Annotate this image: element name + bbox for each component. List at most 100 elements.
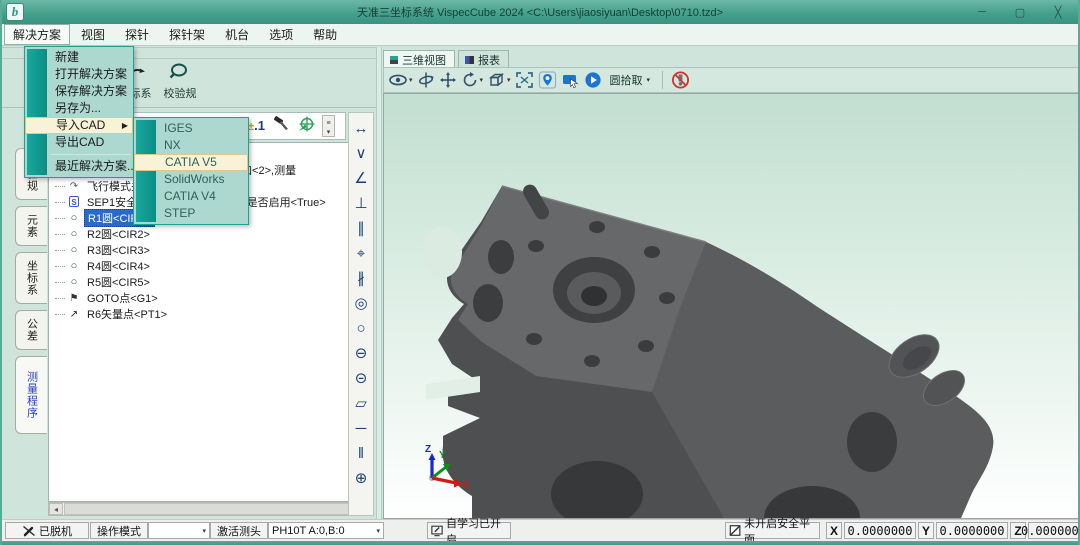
submenu-item-label: IGES: [164, 121, 193, 135]
menu-probe-rack[interactable]: 探针架: [160, 24, 214, 45]
menu-item-import-cad[interactable]: 导入CAD ▶: [25, 117, 133, 134]
tab-measure-program[interactable]: 测量程序: [15, 356, 47, 434]
symmetry-icon[interactable]: ‖: [349, 442, 373, 467]
menu-help[interactable]: 帮助: [304, 24, 346, 45]
toolbar-overflow-button[interactable]: ≡▾: [322, 115, 335, 137]
circle-icon: ○: [67, 260, 81, 272]
tree-row[interactable]: ○R5圆<CIR5>: [49, 274, 369, 290]
menu-solution[interactable]: 解决方案: [4, 24, 70, 45]
close-button[interactable]: ╳: [1048, 6, 1068, 19]
angle-icon[interactable]: ∨: [349, 142, 373, 167]
run-button[interactable]: [584, 71, 602, 89]
submenu-item-label: SolidWorks: [164, 172, 224, 186]
distance-icon[interactable]: ↔: [349, 117, 373, 142]
probe-disabled-button[interactable]: [671, 71, 690, 89]
tab-report[interactable]: 报表: [458, 50, 509, 67]
tab-coordsys[interactable]: 坐标系: [15, 252, 47, 304]
coord-x-value: 0.0000000: [844, 522, 916, 539]
axis-z-label: Z: [425, 444, 431, 455]
visibility-button[interactable]: ▾: [388, 71, 413, 89]
gauge-check-button[interactable]: 校验规: [158, 61, 202, 105]
point-position-icon[interactable]: ⊕: [349, 467, 373, 492]
submenu-item-iges[interactable]: IGES: [134, 120, 248, 137]
menu-separator: [51, 154, 131, 155]
menu-item-save[interactable]: 保存解决方案: [25, 83, 133, 100]
menu-item-save-as[interactable]: 另存为...: [25, 100, 133, 117]
tree-row[interactable]: ⚑GOTO点<G1>: [49, 290, 369, 306]
menu-item-label: 打开解决方案: [55, 67, 127, 81]
probe-label: 激活测头: [210, 522, 268, 539]
safety-plane-icon: S: [67, 196, 81, 208]
menu-view[interactable]: 视图: [72, 24, 114, 45]
menu-options[interactable]: 选项: [260, 24, 302, 45]
hammer-icon[interactable]: [272, 115, 290, 138]
circle-pick-label: 圆拾取: [610, 72, 643, 88]
coord-y-value: 0.0000000: [936, 522, 1008, 539]
tab-measure-program-label: 测量程序: [24, 371, 40, 419]
tab-elements-label: 元素: [24, 214, 40, 238]
tab-elements[interactable]: 元素: [15, 206, 47, 246]
flatness-icon[interactable]: ▱: [349, 392, 373, 417]
titlebar: b 天准三坐标系统 VispecCube 2024 <C:\Users\jiao…: [2, 0, 1078, 24]
op-mode-text: 操作模式: [97, 523, 141, 539]
submenu-item-nx[interactable]: NX: [134, 137, 248, 154]
submenu-item-catia-v5[interactable]: CATIA V5: [134, 154, 248, 171]
rotate-view-button[interactable]: ▾: [461, 71, 484, 89]
tree-horizontal-scrollbar[interactable]: ◂ ▸: [48, 502, 370, 516]
menu-item-recent[interactable]: 最近解决方案...: [25, 158, 133, 175]
perpendicularity-icon[interactable]: ⊥: [349, 192, 373, 217]
runout-icon[interactable]: ⊝: [349, 367, 373, 392]
menu-item-label: 保存解决方案: [55, 84, 127, 98]
menu-item-open[interactable]: 打开解决方案: [25, 66, 133, 83]
circularity-icon[interactable]: ⊖: [349, 342, 373, 367]
pan-button[interactable]: [439, 71, 457, 89]
toolbar-separator: [662, 71, 663, 89]
circle-pick-dropdown[interactable]: 圆拾取 ▾: [606, 71, 655, 89]
angle-point-icon[interactable]: ∠: [349, 167, 373, 192]
locate-button[interactable]: [538, 71, 557, 89]
menu-probe[interactable]: 探针: [116, 24, 158, 45]
tree-row[interactable]: ○R4圆<CIR4>: [49, 258, 369, 274]
submenu-item-solidworks[interactable]: SolidWorks: [134, 171, 248, 188]
submenu-item-catia-v4[interactable]: CATIA V4: [134, 188, 248, 205]
precision-value: .1: [254, 118, 265, 133]
circle-measure-icon[interactable]: ○: [349, 317, 373, 342]
scroll-left-arrow[interactable]: ◂: [49, 503, 63, 515]
offline-icon: [22, 524, 36, 538]
tab-tolerance[interactable]: 公差: [15, 310, 47, 350]
restore-button[interactable]: ▢: [1010, 6, 1030, 19]
offline-label: 已脱机: [39, 523, 72, 539]
tab-3d-view[interactable]: 三维视图: [383, 50, 455, 67]
tab-coordsys-label: 坐标系: [24, 260, 40, 296]
scrollbar-thumb[interactable]: [64, 503, 354, 515]
angularity-icon[interactable]: ∦: [349, 267, 373, 292]
menu-item-export-cad[interactable]: 导出CAD: [25, 134, 133, 151]
minimize-button[interactable]: ─: [972, 6, 992, 18]
selflearn-button[interactable]: 自学习已开启: [427, 522, 511, 539]
box-select-button[interactable]: [561, 71, 580, 89]
op-mode-dropdown[interactable]: ▾: [148, 522, 210, 539]
tree-row[interactable]: ↗R6矢量点<PT1>: [49, 306, 369, 322]
submenu-item-label: NX: [164, 138, 181, 152]
tree-row[interactable]: ○R2圆<CIR2>: [49, 226, 369, 242]
concentricity-icon[interactable]: ◎: [349, 292, 373, 317]
circle-icon: ○: [67, 212, 81, 224]
menu-machine[interactable]: 机台: [216, 24, 258, 45]
coord-y-axis: Y: [918, 522, 934, 539]
align-target-icon[interactable]: [297, 115, 315, 138]
orbit-button[interactable]: [417, 71, 435, 89]
viewport-3d[interactable]: Z Y X: [383, 93, 1080, 519]
panel-splitter[interactable]: [376, 47, 382, 519]
submenu-item-step[interactable]: STEP: [134, 205, 248, 222]
orbit-icon: [417, 71, 435, 89]
tree-row[interactable]: ○R3圆<CIR3>: [49, 242, 369, 258]
precision-button[interactable]: ±.1: [248, 117, 265, 135]
fit-icon: [515, 71, 534, 89]
probe-dropdown[interactable]: PH10T A:0,B:0 ▾: [268, 522, 384, 539]
straightness-icon[interactable]: ─: [349, 417, 373, 442]
zoom-fit-button[interactable]: [515, 71, 534, 89]
position-icon[interactable]: ⌖: [349, 242, 373, 267]
menu-item-new[interactable]: 新建: [25, 49, 133, 66]
standard-views-button[interactable]: ▾: [487, 71, 511, 89]
parallelism-icon[interactable]: ∥: [349, 217, 373, 242]
